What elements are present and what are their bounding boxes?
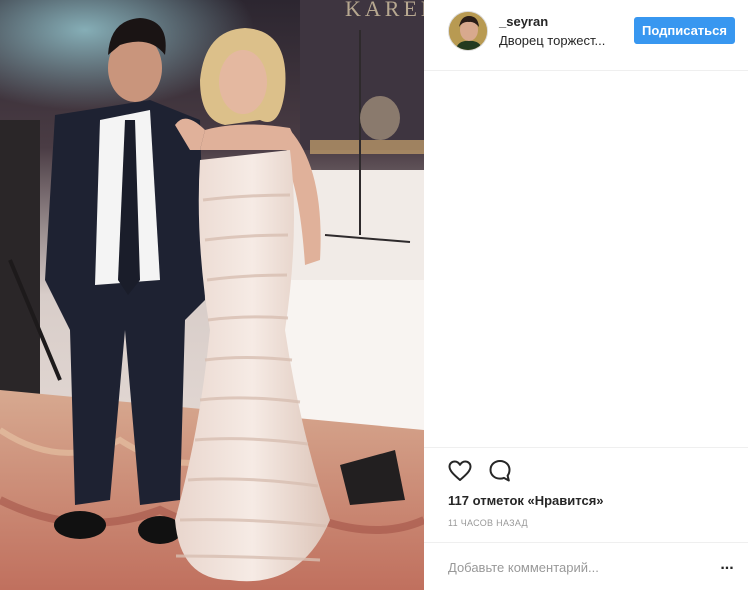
avatar-icon	[449, 12, 487, 50]
heart-outline-icon[interactable]	[447, 458, 473, 484]
avatar[interactable]	[448, 11, 488, 51]
comment-bar: ...	[424, 542, 748, 591]
comment-input[interactable]	[448, 557, 698, 577]
location-link[interactable]: Дворец торжест...	[499, 33, 611, 48]
follow-button[interactable]: Подписаться	[634, 17, 735, 44]
username-link[interactable]: _seyran	[499, 14, 548, 29]
actions-divider	[424, 447, 748, 449]
post-header: _seyran Дворец торжест... Подписаться	[424, 0, 748, 71]
more-options-icon[interactable]: ...	[717, 553, 737, 577]
stage-banner-text: KAREN	[345, 0, 424, 21]
post-sidebar: _seyran Дворец торжест... Подписаться 11…	[424, 0, 748, 590]
instagram-post: KAREN	[0, 0, 748, 590]
post-photo[interactable]: KAREN	[0, 0, 424, 590]
speech-bubble-icon[interactable]	[487, 458, 513, 484]
post-timestamp[interactable]: 11 ЧАСОВ НАЗАД	[448, 518, 528, 528]
photo-illustration: KAREN	[0, 0, 424, 590]
likes-count[interactable]: 117 отметок «Нравится»	[448, 493, 604, 508]
